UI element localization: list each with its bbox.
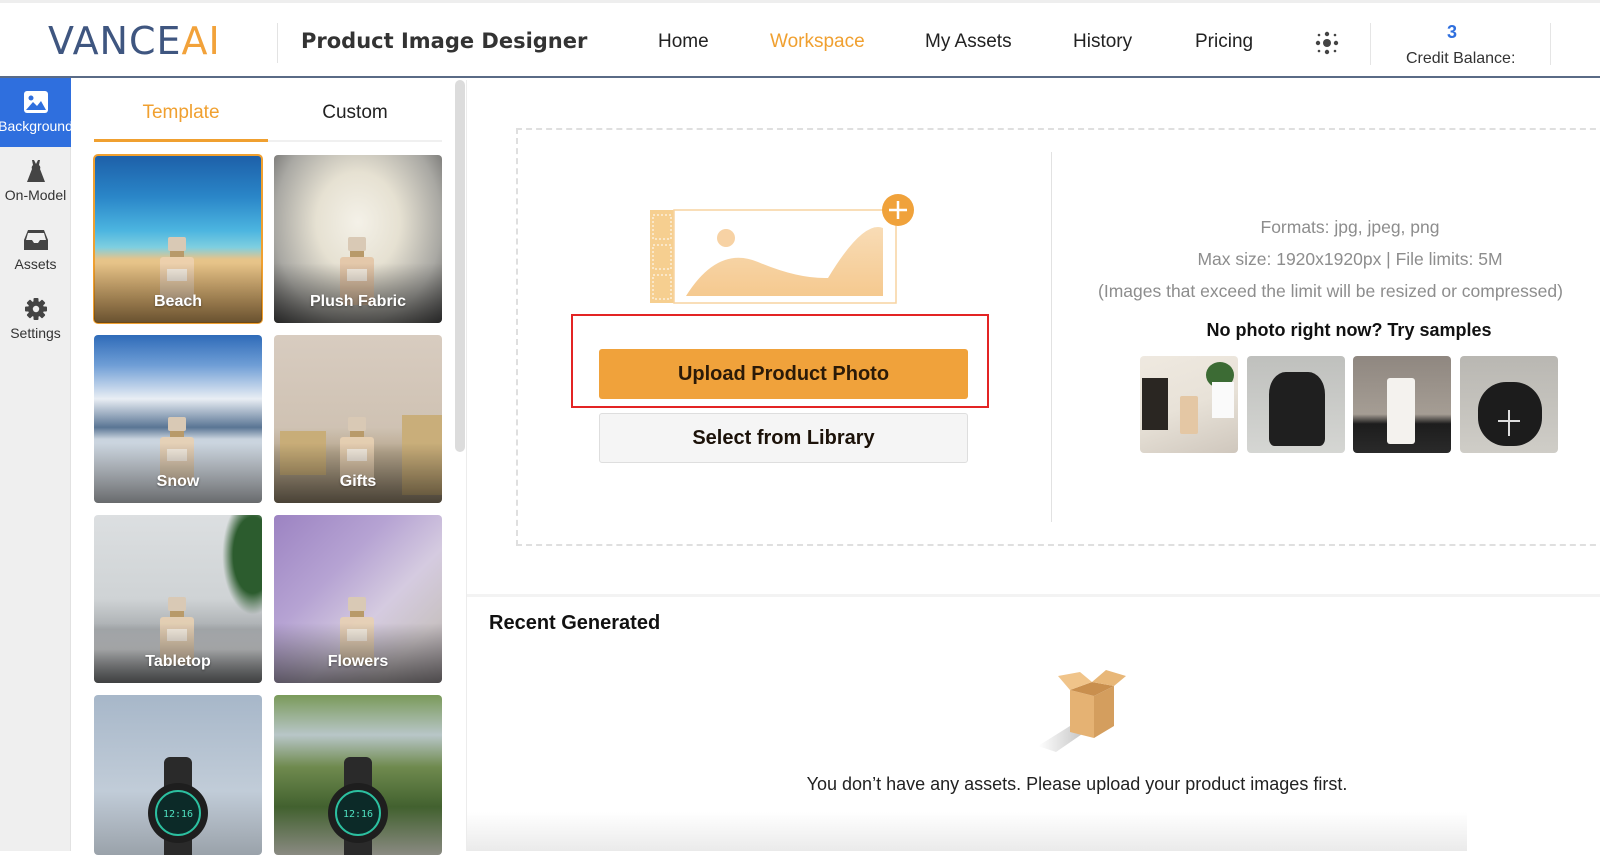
template-card-snow[interactable]: Snow	[94, 335, 262, 503]
apps-grid-icon[interactable]	[1313, 29, 1341, 57]
image-icon	[23, 91, 48, 113]
rail-item-settings[interactable]: Settings	[0, 285, 71, 354]
template-card-watch-forest[interactable]: 12:16	[274, 695, 442, 855]
template-card-flowers[interactable]: Flowers	[274, 515, 442, 683]
sample-perfume[interactable]	[1140, 356, 1238, 453]
gear-icon	[24, 298, 47, 320]
app-title: Product Image Designer	[301, 29, 588, 53]
nav-my-assets[interactable]: My Assets	[925, 31, 1012, 53]
template-label: Beach	[153, 293, 203, 310]
credit-balance-value: 3	[1446, 22, 1457, 42]
header-divider	[1550, 23, 1551, 65]
sample-tumbler[interactable]	[1353, 356, 1451, 453]
size-limits-text: Max size: 1920x1920px | File limits: 5M	[1197, 249, 1503, 269]
bottom-fade	[467, 812, 1467, 851]
svg-text:12:16: 12:16	[343, 809, 373, 820]
tab-template[interactable]: Template	[94, 102, 268, 124]
template-panel: Template Custom Beach Plush Fabric Snow …	[71, 78, 466, 855]
nav-pricing[interactable]: Pricing	[1195, 31, 1253, 53]
top-header: VANCEAI Product Image Designer Home Work…	[0, 0, 1600, 78]
tab-active-indicator	[94, 139, 268, 142]
logo-divider	[277, 23, 278, 63]
left-rail: Background On-Model Assets Settings	[0, 78, 71, 851]
template-card-beach[interactable]: Beach	[93, 154, 263, 324]
smartwatch-image: 12:16	[148, 757, 208, 855]
nav-home[interactable]: Home	[658, 31, 709, 53]
upload-product-photo-button[interactable]: Upload Product Photo	[599, 349, 968, 399]
empty-state-message: You don’t have any assets. Please upload…	[806, 774, 1348, 794]
section-divider	[467, 594, 1600, 597]
template-label: Gifts	[339, 473, 377, 490]
sample-backpack[interactable]	[1247, 356, 1345, 453]
template-label: Flowers	[327, 653, 389, 670]
dress-icon	[26, 160, 45, 182]
template-card-tabletop[interactable]: Tabletop	[94, 515, 262, 683]
rail-item-assets[interactable]: Assets	[0, 216, 71, 285]
template-label: Plush Fabric	[309, 293, 407, 310]
select-from-library-button[interactable]: Select from Library	[599, 413, 968, 463]
header-divider	[1370, 23, 1371, 65]
dropzone-divider	[1051, 152, 1052, 522]
template-label: Snow	[156, 473, 200, 490]
rail-item-background[interactable]: Background	[0, 78, 71, 147]
upload-image-illustration	[650, 194, 914, 304]
smartwatch-image: 12:16	[328, 757, 388, 855]
formats-text: Formats: jpg, jpeg, png	[1260, 217, 1440, 237]
credit-balance-label: Credit Balance:	[1406, 50, 1516, 67]
template-card-watch-studio[interactable]: 12:16	[94, 695, 262, 855]
template-scrollbar-thumb[interactable]	[455, 80, 465, 452]
recent-generated-title: Recent Generated	[489, 612, 661, 634]
resize-note-text: (Images that exceed the limit will be re…	[1098, 281, 1563, 301]
template-card-plush-fabric[interactable]: Plush Fabric	[274, 155, 442, 323]
panel-divider	[466, 80, 467, 851]
empty-box-icon	[1038, 670, 1126, 752]
nav-history[interactable]: History	[1073, 31, 1132, 53]
template-label: Tabletop	[145, 653, 211, 670]
sample-speaker[interactable]	[1460, 356, 1558, 453]
rail-item-on-model[interactable]: On-Model	[0, 147, 71, 216]
inbox-icon	[23, 230, 48, 250]
nav-workspace[interactable]: Workspace	[770, 31, 865, 53]
template-card-gifts[interactable]: Gifts	[274, 335, 442, 503]
samples-title: No photo right now? Try samples	[1206, 320, 1492, 340]
svg-text:12:16: 12:16	[163, 809, 193, 820]
tab-custom[interactable]: Custom	[268, 102, 442, 124]
vanceai-logo[interactable]: VANCEAI	[48, 19, 221, 63]
